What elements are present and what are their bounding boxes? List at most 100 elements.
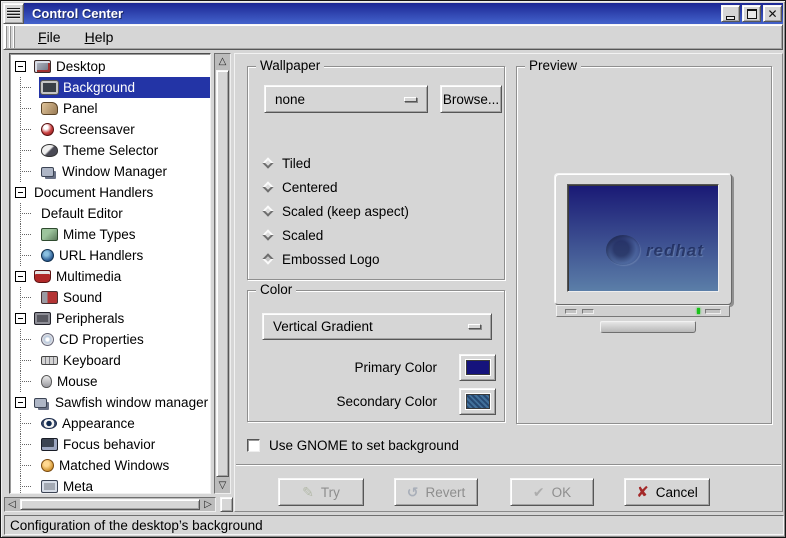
- sidebar-item-peripherals[interactable]: Peripherals: [10, 308, 210, 329]
- preview-screen: redhat: [567, 184, 719, 292]
- title-bar[interactable]: Control Center ✕: [24, 3, 783, 24]
- url-icon: [41, 249, 54, 262]
- sidebar-item-mime-types[interactable]: Mime Types: [10, 224, 210, 245]
- primary-color-swatch[interactable]: [459, 354, 496, 381]
- redhat-logo-icon: [606, 235, 640, 265]
- monitor-base: [556, 305, 730, 317]
- secondary-color-label: Secondary Color: [336, 394, 437, 409]
- sidebar-item-label: CD Properties: [59, 332, 144, 347]
- expander-minus-icon[interactable]: [15, 61, 26, 72]
- close-button[interactable]: ✕: [763, 5, 782, 22]
- ok-button-label: OK: [552, 485, 572, 500]
- wallpaper-layout-radios: TiledCentered Scaled (keep aspect) ScaledE…: [262, 151, 496, 271]
- sidebar-item-sawfish-window-manager[interactable]: Sawfish window manager: [10, 392, 210, 413]
- redhat-logo-text: redhat: [646, 241, 704, 261]
- radio-embossed-logo[interactable]: Embossed Logo: [262, 247, 496, 271]
- gradient-type-dropdown[interactable]: Vertical Gradient: [262, 313, 492, 340]
- radio-diamond-icon: [262, 157, 273, 168]
- sidebar-item-multimedia[interactable]: Multimedia: [10, 266, 210, 287]
- sidebar-item-label: Focus behavior: [63, 437, 155, 452]
- sidebar-item-label: Mime Types: [63, 227, 136, 242]
- browse-button[interactable]: Browse...: [440, 85, 502, 113]
- periph-icon: [34, 312, 51, 325]
- tree-line: [15, 98, 39, 119]
- sidebar-item-matched-windows[interactable]: Matched Windows: [10, 455, 210, 476]
- expander-minus-icon[interactable]: [15, 271, 26, 282]
- tree-line: [15, 413, 39, 434]
- mouse-icon: [41, 375, 52, 388]
- background-icon: [41, 81, 58, 94]
- background-capplet-panel: Wallpaper none Browse... TiledCenteredSc…: [234, 53, 783, 512]
- menubar-grip-handle[interactable]: [5, 26, 15, 48]
- use-gnome-checkbox-row[interactable]: Use GNOME to set background: [247, 438, 459, 453]
- sidebar-item-cd-properties[interactable]: CD Properties: [10, 329, 210, 350]
- monitor-stand: [600, 321, 696, 333]
- vertical-scroll-thumb[interactable]: [216, 70, 229, 477]
- tree-line: [15, 119, 39, 140]
- expander-minus-icon[interactable]: [15, 187, 26, 198]
- sound-icon: [41, 291, 58, 304]
- radio-label: Scaled (keep aspect): [282, 204, 409, 219]
- revert-button[interactable]: Revert: [394, 478, 478, 506]
- minimize-button[interactable]: [721, 5, 740, 22]
- sidebar-item-document-handlers[interactable]: Document Handlers: [10, 182, 210, 203]
- sidebar-item-label: Mouse: [57, 374, 98, 389]
- menu-help[interactable]: Help: [75, 26, 124, 48]
- matched-icon: [41, 459, 54, 472]
- keyboard-icon: [41, 356, 58, 365]
- use-gnome-checkbox[interactable]: [247, 439, 260, 452]
- scroll-right-icon[interactable]: ▷: [201, 498, 215, 511]
- radio-diamond-icon: [262, 181, 273, 192]
- sidebar-item-focus-behavior[interactable]: Focus behavior: [10, 434, 210, 455]
- revert-button-label: Revert: [425, 485, 465, 500]
- sidebar-item-mouse[interactable]: Mouse: [10, 371, 210, 392]
- browse-button-label: Browse...: [443, 92, 499, 107]
- secondary-color-swatch[interactable]: [459, 388, 496, 415]
- expander-minus-icon[interactable]: [15, 313, 26, 324]
- wallpaper-file-dropdown[interactable]: none: [264, 85, 428, 113]
- panel-icon: [41, 102, 58, 115]
- radio-centered[interactable]: Centered: [262, 175, 496, 199]
- sidebar-item-appearance[interactable]: Appearance: [10, 413, 210, 434]
- sidebar-item-theme-selector[interactable]: Theme Selector: [10, 140, 210, 161]
- use-gnome-label: Use GNOME to set background: [269, 438, 459, 453]
- radio-scaled-keep-aspect[interactable]: Scaled (keep aspect): [262, 199, 496, 223]
- tree-line: [15, 371, 39, 392]
- pencil-icon: [302, 485, 314, 499]
- sidebar-item-desktop[interactable]: Desktop: [10, 56, 210, 77]
- sidebar-item-background[interactable]: Background: [10, 77, 210, 98]
- sidebar-item-panel[interactable]: Panel: [10, 98, 210, 119]
- tree-line: [15, 287, 39, 308]
- radio-tiled[interactable]: Tiled: [262, 151, 496, 175]
- tree-line: [15, 329, 39, 350]
- scroll-up-icon[interactable]: △: [216, 54, 229, 69]
- sidebar-item-window-manager[interactable]: Window Manager: [10, 161, 210, 182]
- try-button[interactable]: Try: [278, 478, 364, 506]
- appearance-icon: [41, 418, 57, 429]
- sidebar-item-default-editor[interactable]: Default Editor: [10, 203, 210, 224]
- sidebar-item-sound[interactable]: Sound: [10, 287, 210, 308]
- tree-line: [15, 161, 39, 182]
- tree-line: [15, 434, 39, 455]
- sidebar-item-label: Multimedia: [56, 269, 121, 284]
- sidebar-item-label: Panel: [63, 101, 98, 116]
- maximize-button[interactable]: [742, 5, 761, 22]
- ok-button[interactable]: OK: [510, 478, 594, 506]
- sidebar-item-meta[interactable]: Meta: [10, 476, 210, 494]
- window-menu-button[interactable]: [3, 3, 24, 24]
- horizontal-scroll-thumb[interactable]: [20, 499, 200, 510]
- scroll-down-icon[interactable]: ▽: [216, 478, 229, 493]
- gradient-type-value: Vertical Gradient: [273, 319, 373, 334]
- sidebar-item-label: Peripherals: [56, 311, 124, 326]
- sidebar-item-label: Theme Selector: [63, 143, 158, 158]
- radio-scaled[interactable]: Scaled: [262, 223, 496, 247]
- sidebar-item-keyboard[interactable]: Keyboard: [10, 350, 210, 371]
- sidebar-item-screensaver[interactable]: Screensaver: [10, 119, 210, 140]
- menu-file[interactable]: File: [28, 26, 71, 48]
- monitor-button-icon: [565, 309, 577, 314]
- scroll-left-icon[interactable]: ◁: [5, 498, 19, 511]
- sidebar-item-url-handlers[interactable]: URL Handlers: [10, 245, 210, 266]
- action-separator: [236, 464, 781, 466]
- expander-minus-icon[interactable]: [15, 397, 26, 408]
- cancel-button[interactable]: Cancel: [624, 478, 710, 506]
